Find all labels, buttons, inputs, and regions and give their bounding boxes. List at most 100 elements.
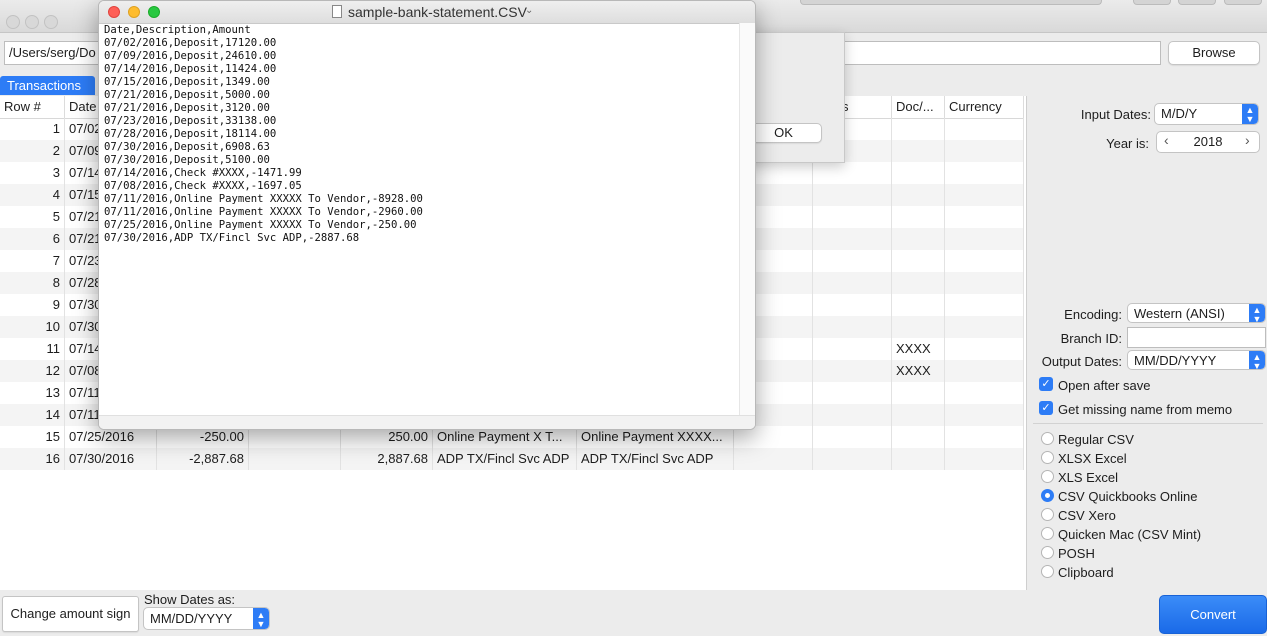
format-label: CSV Quickbooks Online	[1058, 489, 1198, 504]
zoom-icon[interactable]	[148, 6, 160, 18]
minimize-window-button[interactable]	[25, 15, 39, 29]
cell-doc	[892, 250, 945, 272]
browse-button[interactable]: Browse	[1168, 41, 1260, 65]
cell-empty	[813, 272, 892, 294]
format-radio[interactable]	[1041, 470, 1054, 483]
year-label: Year is:	[1106, 136, 1149, 151]
csv-window-titlebar[interactable]: sample-bank-statement.CSV ⌄	[99, 1, 755, 24]
cell-currency	[945, 118, 1024, 140]
format-label: Regular CSV	[1058, 432, 1134, 447]
open-after-save-label: Open after save	[1058, 378, 1151, 393]
cell-doc: XXXX	[892, 360, 945, 382]
minimize-icon[interactable]	[128, 6, 140, 18]
tab-transactions[interactable]: Transactions	[0, 76, 95, 95]
cell-doc	[892, 140, 945, 162]
cell-row-number: 12	[0, 360, 65, 382]
cell-doc	[892, 118, 945, 140]
input-dates-select[interactable]: M/D/Y ▲ ▼	[1154, 103, 1259, 125]
output-dates-select[interactable]: MM/DD/YYYY ▲ ▼	[1127, 350, 1266, 370]
cell-currency	[945, 206, 1024, 228]
get-missing-name-label: Get missing name from memo	[1058, 402, 1233, 417]
cell-row-number: 7	[0, 250, 65, 272]
cell-currency	[945, 250, 1024, 272]
cell-empty	[813, 184, 892, 206]
cell-amount-abs: 2,887.68	[341, 448, 433, 470]
cell-currency	[945, 140, 1024, 162]
output-dates-value: MM/DD/YYYY	[1134, 353, 1217, 368]
branch-id-field[interactable]	[1127, 327, 1266, 348]
csv-text-content[interactable]: Date,Description,Amount 07/02/2016,Depos…	[104, 24, 423, 245]
cell-empty	[249, 448, 341, 470]
cell-amount: -2,887.68	[157, 448, 249, 470]
cell-doc	[892, 382, 945, 404]
format-label: Clipboard	[1058, 565, 1114, 580]
cell-empty	[813, 316, 892, 338]
column-header-row-number[interactable]: Row #	[0, 96, 65, 118]
change-amount-sign-button[interactable]: Change amount sign	[2, 596, 139, 632]
cell-row-number: 6	[0, 228, 65, 250]
encoding-value: Western (ANSI)	[1134, 306, 1225, 321]
cell-date: 07/30/2016	[65, 448, 157, 470]
format-label: Quicken Mac (CSV Mint)	[1058, 527, 1202, 542]
format-radio[interactable]	[1041, 432, 1054, 445]
cell-empty	[813, 382, 892, 404]
cell-doc	[892, 404, 945, 426]
format-radio[interactable]	[1041, 451, 1054, 464]
cell-doc	[892, 206, 945, 228]
cell-payee: ADP TX/Fincl Svc ADP	[433, 448, 577, 470]
cell-memo: ADP TX/Fincl Svc ADP	[577, 448, 734, 470]
cell-empty	[813, 294, 892, 316]
get-missing-name-checkbox[interactable]: ✓	[1039, 401, 1053, 415]
close-window-button[interactable]	[6, 15, 20, 29]
column-header-currency[interactable]: Currency	[945, 96, 1024, 118]
cell-doc	[892, 228, 945, 250]
horizontal-scrollbar[interactable]	[99, 415, 755, 429]
cell-empty	[813, 448, 892, 470]
chevron-updown-icon: ▲ ▼	[1242, 104, 1258, 124]
cell-empty	[813, 338, 892, 360]
cell-row-number: 8	[0, 272, 65, 294]
cell-currency	[945, 162, 1024, 184]
csv-preview-window: sample-bank-statement.CSV ⌄ Date,Descrip…	[98, 0, 756, 430]
open-after-save-checkbox[interactable]: ✓	[1039, 377, 1053, 391]
cell-currency	[945, 316, 1024, 338]
format-label: POSH	[1058, 546, 1095, 561]
format-radio[interactable]	[1041, 546, 1054, 559]
chevron-down-icon[interactable]: ⌄	[525, 5, 533, 16]
cell-empty	[813, 426, 892, 448]
cell-currency	[945, 404, 1024, 426]
chevron-right-icon[interactable]: ›	[1245, 132, 1250, 148]
show-dates-select[interactable]: MM/DD/YYYY ▲ ▼	[143, 607, 270, 630]
year-value: 2018	[1193, 134, 1223, 149]
zoom-window-button[interactable]	[44, 15, 58, 29]
cell-currency	[945, 426, 1024, 448]
format-label: CSV Xero	[1058, 508, 1116, 523]
format-radio[interactable]	[1041, 489, 1054, 502]
convert-button[interactable]: Convert	[1159, 595, 1267, 634]
toolbar-segment	[1224, 0, 1262, 5]
toolbar-segment	[1133, 0, 1171, 5]
cell-empty	[813, 404, 892, 426]
ok-button[interactable]: OK	[745, 123, 822, 143]
input-dates-label: Input Dates:	[1080, 107, 1151, 122]
output-dates-label: Output Dates:	[1041, 354, 1122, 369]
show-dates-label: Show Dates as:	[144, 592, 236, 607]
cell-doc	[892, 162, 945, 184]
column-header-doc[interactable]: Doc/...	[892, 96, 945, 118]
format-radio[interactable]	[1041, 527, 1054, 540]
cell-row-number: 13	[0, 382, 65, 404]
vertical-scrollbar[interactable]	[739, 23, 755, 415]
cell-row-number: 2	[0, 140, 65, 162]
cell-row-number: 4	[0, 184, 65, 206]
year-stepper[interactable]: ‹ 2018 ›	[1156, 131, 1260, 153]
format-radio[interactable]	[1041, 565, 1054, 578]
close-icon[interactable]	[108, 6, 120, 18]
cell-empty	[813, 250, 892, 272]
format-radio[interactable]	[1041, 508, 1054, 521]
cell-row-number: 14	[0, 404, 65, 426]
table-row[interactable]: 16 07/30/2016 -2,887.68 2,887.68 ADP TX/Finc…	[0, 448, 1024, 470]
cell-row-number: 9	[0, 294, 65, 316]
chevron-updown-icon: ▲ ▼	[1249, 304, 1265, 322]
encoding-select[interactable]: Western (ANSI) ▲ ▼	[1127, 303, 1266, 323]
branch-id-label: Branch ID:	[1060, 331, 1122, 346]
